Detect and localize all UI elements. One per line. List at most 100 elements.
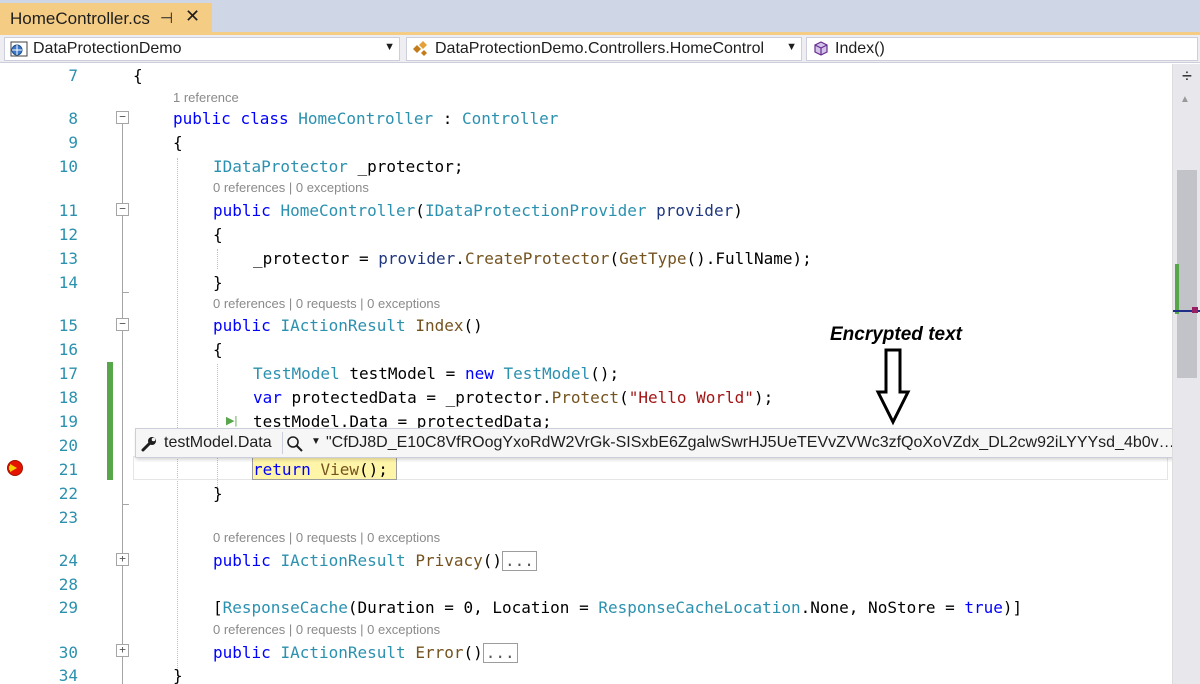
split-window-icon[interactable]: ÷: [1177, 67, 1197, 87]
class-name: DataProtectionDemo.Controllers.HomeContr…: [435, 40, 765, 57]
code-line-18[interactable]: var protectedData = _protector.Protect("…: [253, 388, 773, 407]
token: ): [733, 201, 743, 220]
line-number: 12: [58, 225, 78, 244]
token: public: [173, 109, 231, 128]
code-line-8[interactable]: public class HomeController : Controller: [173, 109, 558, 128]
project-dropdown[interactable]: DataProtectionDemo ▼: [4, 37, 400, 61]
vertical-scrollbar[interactable]: ÷ ▲: [1172, 64, 1200, 684]
code-line-10[interactable]: IDataProtector _protector;: [213, 157, 463, 176]
collapsed-block[interactable]: ...: [482, 643, 518, 663]
token: _protector =: [253, 249, 379, 268]
datatip-expression: testModel.Data: [164, 434, 272, 451]
code-line-7[interactable]: {: [133, 66, 143, 85]
code-editor[interactable]: 7 8 9 10 11 12 13 14 15 16 17 18 19 20 2…: [0, 64, 1197, 684]
token: ();: [358, 460, 388, 479]
indent-guide: [177, 158, 178, 684]
token: GetType: [619, 249, 687, 268]
token: (): [482, 551, 503, 570]
token: IActionResult: [280, 551, 406, 570]
indent-guide: [217, 249, 218, 269]
token: testModel =: [339, 364, 465, 383]
line-number: 10: [58, 157, 78, 176]
collapse-icon[interactable]: −: [116, 203, 129, 216]
code-line-22[interactable]: }: [213, 484, 223, 503]
codelens-ctor[interactable]: 0 references | 0 exceptions: [213, 180, 369, 195]
visualizer-dropdown-icon[interactable]: ▼: [311, 436, 321, 447]
code-line-9[interactable]: {: [173, 133, 183, 152]
annotation-arrow-icon: [875, 348, 911, 426]
tab-homecontroller-cs[interactable]: HomeController.cs ⊣ ✕: [0, 3, 212, 34]
token: true: [964, 598, 1003, 617]
line-number: 13: [58, 249, 78, 268]
line-number: 8: [68, 109, 78, 128]
token: protectedData = _protector.: [281, 388, 552, 407]
method-cube-icon: [814, 41, 828, 56]
magnifier-icon[interactable]: [286, 435, 304, 453]
token: );: [753, 388, 774, 407]
code-line-11[interactable]: public HomeController(IDataProtectionPro…: [213, 201, 743, 220]
line-number: 24: [58, 551, 78, 570]
member-dropdown[interactable]: Index(): [806, 37, 1198, 61]
token: TestModel: [253, 364, 340, 383]
outline-end: [122, 504, 129, 505]
token: (): [463, 643, 483, 662]
datatip-value[interactable]: "CfDJ8D_E10C8VfROogYxoRdW2VrGk-SISxbE6Zg…: [326, 434, 1176, 452]
debugger-datatip[interactable]: testModel.Data ▼ "CfDJ8D_E10C8VfROogYxoR…: [135, 428, 1197, 458]
line-number: 11: [58, 201, 78, 220]
token: public: [213, 201, 271, 220]
collapse-icon[interactable]: −: [116, 111, 129, 124]
scrollbar-breakpoint-marker: [1192, 307, 1198, 313]
token: Controller: [462, 109, 559, 128]
change-tracking-bar: [107, 362, 113, 480]
tab-title: HomeController.cs: [10, 8, 150, 28]
codelens-references[interactable]: 1 reference: [173, 90, 239, 105]
outline-end: [122, 292, 129, 293]
code-line-29[interactable]: [ResponseCache(Duration = 0, Location = …: [213, 598, 1022, 617]
code-line-21[interactable]: return View();: [253, 460, 388, 479]
scrollbar-thumb[interactable]: [1177, 170, 1197, 378]
scroll-up-icon[interactable]: ▲: [1180, 94, 1190, 105]
line-number: 29: [58, 598, 78, 617]
glyph-margin[interactable]: [0, 64, 30, 684]
code-line-13[interactable]: _protector = provider.CreateProtector(Ge…: [253, 249, 812, 268]
collapse-icon[interactable]: −: [116, 318, 129, 331]
pin-tab-icon[interactable]: ⊣: [160, 9, 173, 27]
line-number: 21: [58, 460, 78, 479]
code-line-12[interactable]: {: [213, 225, 223, 244]
expand-icon[interactable]: +: [116, 553, 129, 566]
code-line-17[interactable]: TestModel testModel = new TestModel();: [253, 364, 619, 383]
document-tab-strip: HomeController.cs ⊣ ✕: [0, 0, 1200, 35]
codelens-privacy[interactable]: 0 references | 0 requests | 0 exceptions: [213, 530, 440, 545]
code-line-15[interactable]: public IActionResult Index(): [213, 316, 483, 335]
token: Protect: [551, 388, 620, 407]
line-number: 16: [58, 340, 78, 359]
collapsed-block[interactable]: ...: [502, 551, 537, 571]
class-dropdown[interactable]: DataProtectionDemo.Controllers.HomeContr…: [406, 37, 802, 61]
token: .None, NoStore =: [800, 598, 965, 617]
codelens-error[interactable]: 0 references | 0 requests | 0 exceptions: [213, 622, 440, 637]
token: HomeController: [298, 109, 434, 128]
code-line-30[interactable]: public IActionResult Error()...: [213, 643, 518, 663]
expand-icon[interactable]: +: [116, 644, 129, 657]
close-tab-icon[interactable]: ✕: [185, 6, 200, 27]
token: provider: [378, 249, 456, 268]
token: {: [173, 133, 183, 152]
line-number: 17: [58, 364, 78, 383]
token: ().FullName);: [686, 249, 812, 268]
scrollbar-change-marker: [1175, 264, 1179, 314]
line-number: 7: [68, 66, 78, 85]
run-to-click-icon[interactable]: ▶|: [226, 414, 237, 427]
class-icon: [413, 41, 427, 56]
token: Privacy: [415, 551, 483, 570]
token: {: [213, 340, 223, 359]
code-line-14[interactable]: }: [213, 273, 223, 292]
code-line-16[interactable]: {: [213, 340, 223, 359]
token: IDataProtectionProvider: [424, 201, 647, 220]
token: }: [213, 273, 223, 292]
codelens-index[interactable]: 0 references | 0 requests | 0 exceptions: [213, 296, 440, 311]
token: {: [213, 225, 223, 244]
token: _protector;: [347, 157, 464, 176]
code-line-34[interactable]: }: [173, 666, 183, 684]
wrench-icon: [141, 437, 156, 452]
code-line-24[interactable]: public IActionResult Privacy()...: [213, 551, 537, 571]
